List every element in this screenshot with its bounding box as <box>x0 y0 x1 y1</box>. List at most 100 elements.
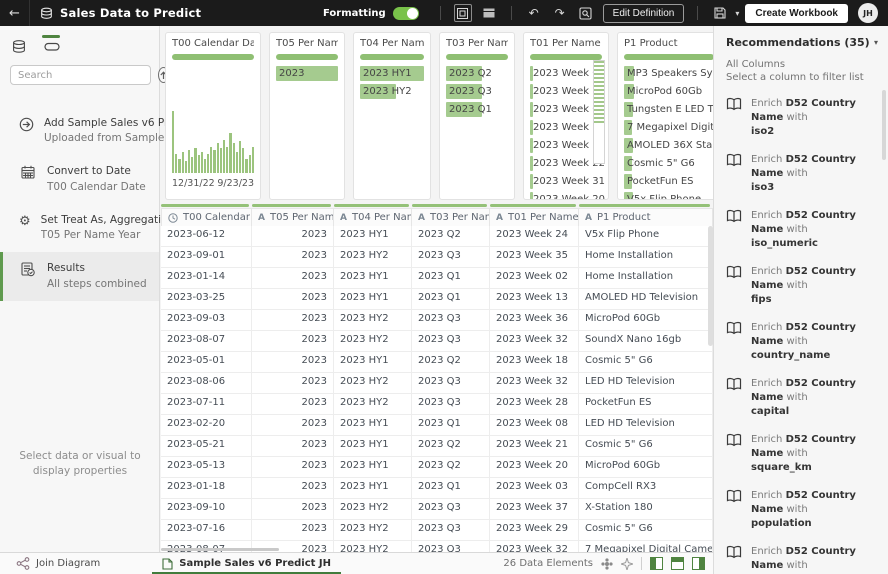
step-item[interactable]: Convert to DateT00 Calendar Date <box>0 155 159 203</box>
table-cell[interactable]: 2023-05-13 <box>161 457 252 478</box>
table-cell[interactable]: 2023 HY2 <box>334 247 412 268</box>
table-cell[interactable]: 2023 <box>252 352 334 373</box>
card-value-item[interactable]: MicroPod 60Gb <box>624 84 713 99</box>
table-cell[interactable]: 2023 Week 13 <box>490 289 579 310</box>
table-cell[interactable]: 2023 Q2 <box>412 436 490 457</box>
table-cell[interactable]: 2023 <box>252 415 334 436</box>
column-header[interactable]: AT05 Per Nam... <box>252 208 334 227</box>
card-value-item[interactable]: 7 Megapixel Digital C <box>624 120 713 135</box>
table-cell[interactable]: 2023 <box>252 457 334 478</box>
table-view-icon[interactable] <box>480 4 498 22</box>
table-cell[interactable]: CompCell RX3 <box>579 478 713 499</box>
recommendation-item[interactable]: Enrich D52 Country Name withiso2 <box>726 97 878 139</box>
table-cell[interactable]: 2023-05-21 <box>161 436 252 457</box>
card-value-item[interactable]: 2023 HY1 <box>360 66 424 81</box>
table-cell[interactable]: 2023 Week 18 <box>490 352 579 373</box>
card-value-item[interactable]: 2023 HY2 <box>360 84 424 99</box>
table-cell[interactable]: 2023 Q1 <box>412 289 490 310</box>
table-cell[interactable]: 2023 <box>252 436 334 457</box>
column-header[interactable]: AT03 Per Nam... <box>412 208 490 227</box>
create-workbook-button[interactable]: Create Workbook <box>745 4 848 23</box>
card-value-item[interactable]: 2023 Week 19 <box>530 138 602 153</box>
table-cell[interactable]: Cosmic 5" G6 <box>579 436 713 457</box>
column-header[interactable]: AT01 Per Name ... <box>490 208 579 227</box>
table-cell[interactable]: 2023-02-20 <box>161 415 252 436</box>
table-cell[interactable]: 2023 <box>252 289 334 310</box>
table-cell[interactable]: 2023 <box>252 520 334 541</box>
table-cell[interactable]: 2023 Week 36 <box>490 310 579 331</box>
table-cell[interactable]: 2023-08-06 <box>161 373 252 394</box>
table-cell[interactable]: 2023 HY2 <box>334 541 412 552</box>
card-value-item[interactable]: 2023 Week 22 <box>530 156 602 171</box>
table-cell[interactable]: 2023 HY2 <box>334 310 412 331</box>
card-value-item[interactable]: 2023 Week 01 <box>530 66 602 81</box>
card-value-item[interactable]: MP3 Speakers System <box>624 66 713 81</box>
table-cell[interactable]: 2023 HY1 <box>334 268 412 289</box>
table-cell[interactable]: 2023 Q3 <box>412 520 490 541</box>
table-cell[interactable]: 2023 Week 37 <box>490 499 579 520</box>
table-cell[interactable]: 2023-09-10 <box>161 499 252 520</box>
column-profile-card[interactable]: T01 Per Name Week2023 Week 012023 Week 2… <box>523 32 609 200</box>
column-profile-card[interactable]: P1 ProductMP3 Speakers SystemMicroPod 60… <box>617 32 713 200</box>
recommendation-item[interactable]: Enrich D52 Country Name withcontinent <box>726 545 878 574</box>
table-cell[interactable]: PocketFun ES <box>579 394 713 415</box>
table-cell[interactable]: 2023-09-03 <box>161 310 252 331</box>
recommendation-item[interactable]: Enrich D52 Country Name withpopulation <box>726 489 878 531</box>
table-cell[interactable]: 2023 <box>252 394 334 415</box>
table-cell[interactable]: 2023 <box>252 268 334 289</box>
column-header[interactable]: AT04 Per Nam... <box>334 208 412 227</box>
column-header[interactable]: AP1 Product <box>579 208 713 227</box>
card-value-item[interactable]: 2023 Week 32 <box>530 120 602 135</box>
table-cell[interactable]: 2023-03-25 <box>161 289 252 310</box>
table-cell[interactable]: 2023 Q3 <box>412 373 490 394</box>
card-view-icon[interactable] <box>454 4 472 22</box>
table-cell[interactable]: 2023 Week 29 <box>490 520 579 541</box>
table-cell[interactable]: 2023-05-01 <box>161 352 252 373</box>
table-cell[interactable]: 2023 HY2 <box>334 373 412 394</box>
card-mini-scrollbar[interactable] <box>593 60 605 164</box>
table-cell[interactable]: 2023 Week 21 <box>490 436 579 457</box>
recommendation-item[interactable]: Enrich D52 Country Name withcapital <box>726 377 878 419</box>
redo-icon[interactable]: ↷ <box>551 4 569 22</box>
table-cell[interactable]: 2023 HY2 <box>334 394 412 415</box>
panel-scrollbar[interactable] <box>882 90 886 160</box>
step-item[interactable]: ResultsAll steps combined <box>0 252 159 300</box>
recommendation-item[interactable]: Enrich D52 Country Name withfips <box>726 265 878 307</box>
table-cell[interactable]: 2023 Q3 <box>412 331 490 352</box>
join-diagram-button[interactable]: Join Diagram <box>16 557 100 570</box>
card-value-item[interactable]: 2023 Week 31 <box>530 174 602 189</box>
table-cell[interactable]: MicroPod 60Gb <box>579 310 713 331</box>
recommendation-item[interactable]: Enrich D52 Country Name withcountry_name <box>726 321 878 363</box>
table-cell[interactable]: 7 Megapixel Digital Camera <box>579 541 713 552</box>
table-cell[interactable]: 2023 Week 32 <box>490 541 579 552</box>
table-cell[interactable]: LED HD Television <box>579 373 713 394</box>
table-cell[interactable]: 2023 Q1 <box>412 268 490 289</box>
card-value-item[interactable]: 2023 Week 02 <box>530 102 602 117</box>
card-value-item[interactable]: 2023 Q2 <box>446 66 508 81</box>
table-cell[interactable]: 2023 HY1 <box>334 478 412 499</box>
table-cell[interactable]: 2023 Week 28 <box>490 394 579 415</box>
step-item[interactable]: Add Sample Sales v6 Pre...Uploaded from … <box>0 107 159 155</box>
table-cell[interactable]: 2023 Week 08 <box>490 415 579 436</box>
step-item[interactable]: ⚙Set Treat As, AggregationT05 Per Name Y… <box>0 204 159 252</box>
toggle-right-panel-icon[interactable] <box>692 557 705 570</box>
table-cell[interactable]: 2023 Week 02 <box>490 268 579 289</box>
card-value-item[interactable]: 2023 Q1 <box>446 102 508 117</box>
table-cell[interactable]: 2023 <box>252 226 334 247</box>
data-tab[interactable] <box>12 35 26 53</box>
table-cell[interactable]: 2023 Q3 <box>412 394 490 415</box>
table-cell[interactable]: 2023 HY1 <box>334 415 412 436</box>
table-cell[interactable]: SoundX Nano 16gb <box>579 331 713 352</box>
column-profile-card[interactable]: T04 Per Name ...2023 HY12023 HY2 <box>353 32 431 200</box>
table-cell[interactable]: 2023-06-12 <box>161 226 252 247</box>
table-cell[interactable]: V5x Flip Phone <box>579 226 713 247</box>
card-value-item[interactable]: V5x Flip Phone <box>624 192 713 200</box>
table-cell[interactable]: Cosmic 5" G6 <box>579 520 713 541</box>
table-cell[interactable]: 2023 Q3 <box>412 499 490 520</box>
table-cell[interactable]: 2023 Q1 <box>412 415 490 436</box>
table-cell[interactable]: 2023 Q2 <box>412 226 490 247</box>
table-cell[interactable]: 2023 <box>252 373 334 394</box>
sparkle-icon[interactable] <box>621 558 633 570</box>
card-value-item[interactable]: AMOLED 36X Standa <box>624 138 713 153</box>
toggle-left-panel-icon[interactable] <box>650 557 663 570</box>
